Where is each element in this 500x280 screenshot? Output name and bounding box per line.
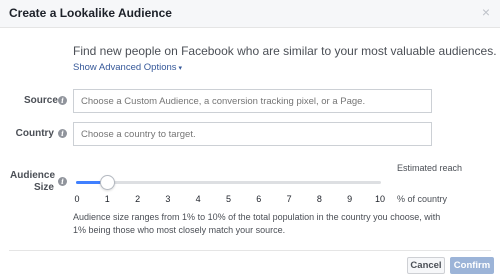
lookalike-audience-dialog: Create a Lookalike Audience × Find new p… — [0, 0, 500, 280]
country-input[interactable] — [73, 122, 432, 146]
advanced-options-label: Show Advanced Options — [73, 62, 177, 73]
source-input[interactable] — [73, 89, 432, 113]
show-advanced-options-link[interactable]: Show Advanced Options ▾ — [73, 62, 182, 73]
source-label: Source — [24, 95, 58, 106]
slider-tick-label: 9 — [347, 194, 353, 204]
slider-tick-label: 2 — [135, 194, 141, 204]
slider-tick-label: 4 — [195, 194, 201, 204]
close-icon[interactable]: × — [482, 5, 490, 19]
audience-size-label-line1: Audience — [10, 170, 56, 181]
audience-size-slider-handle[interactable] — [99, 175, 115, 190]
cancel-button[interactable]: Cancel — [407, 257, 445, 274]
slider-tick-label: 5 — [225, 194, 231, 204]
audience-size-note: Audience size ranges from 1% to 10% of t… — [73, 212, 441, 235]
audience-size-slider-track[interactable] — [76, 181, 381, 184]
intro-text: Find new people on Facebook who are simi… — [73, 44, 497, 58]
country-info-icon[interactable]: i — [58, 129, 67, 138]
source-info-icon[interactable]: i — [58, 96, 67, 105]
confirm-button[interactable]: Confirm — [450, 257, 494, 274]
footer-divider — [9, 250, 491, 251]
slider-tick-label: 3 — [165, 194, 171, 204]
slider-tick-label: 0 — [74, 194, 80, 204]
dialog-header: Create a Lookalike Audience × — [0, 0, 500, 28]
percent-of-country-label: % of country — [397, 194, 448, 204]
slider-tick-label: 8 — [316, 194, 322, 204]
slider-tick-label: 6 — [256, 194, 262, 204]
audience-size-info-icon[interactable]: i — [58, 177, 67, 186]
slider-tick-label: 10 — [374, 194, 385, 204]
audience-size-label: Audience Size — [10, 170, 56, 194]
dialog-title: Create a Lookalike Audience — [9, 6, 172, 20]
estimated-reach-label: Estimated reach — [397, 163, 463, 173]
audience-size-label-line2: Size — [33, 182, 54, 193]
slider-tick-label: 1 — [104, 194, 110, 204]
country-label: Country — [15, 128, 54, 139]
chevron-down-icon: ▾ — [178, 65, 183, 72]
slider-tick-label: 7 — [286, 194, 292, 204]
